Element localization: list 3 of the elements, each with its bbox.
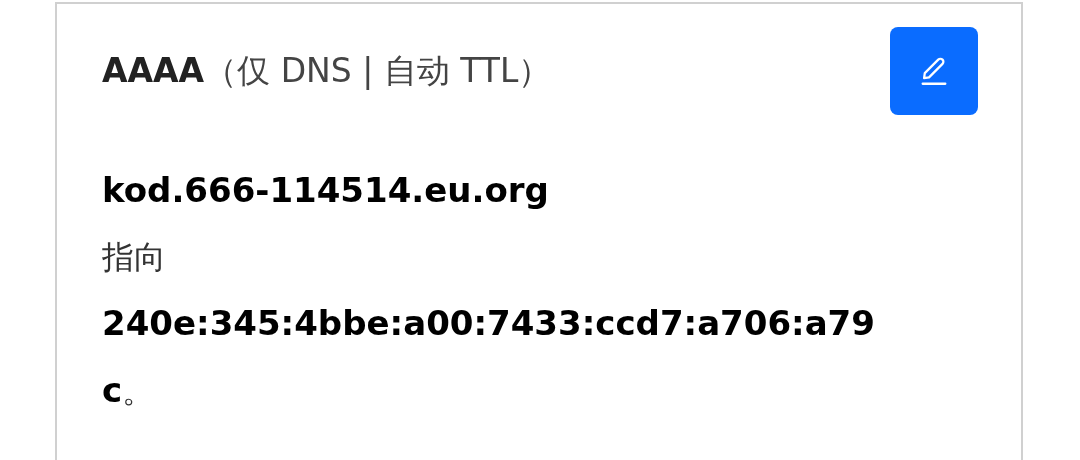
edit-button[interactable] bbox=[890, 27, 978, 115]
record-description: kod.666-114514.eu.org 指向 240e:345:4bbe:a00:7433:ccd7:a706:a79c。 bbox=[102, 169, 876, 412]
record-title: AAAA（仅 DNS | 自动 TTL） bbox=[102, 49, 552, 92]
